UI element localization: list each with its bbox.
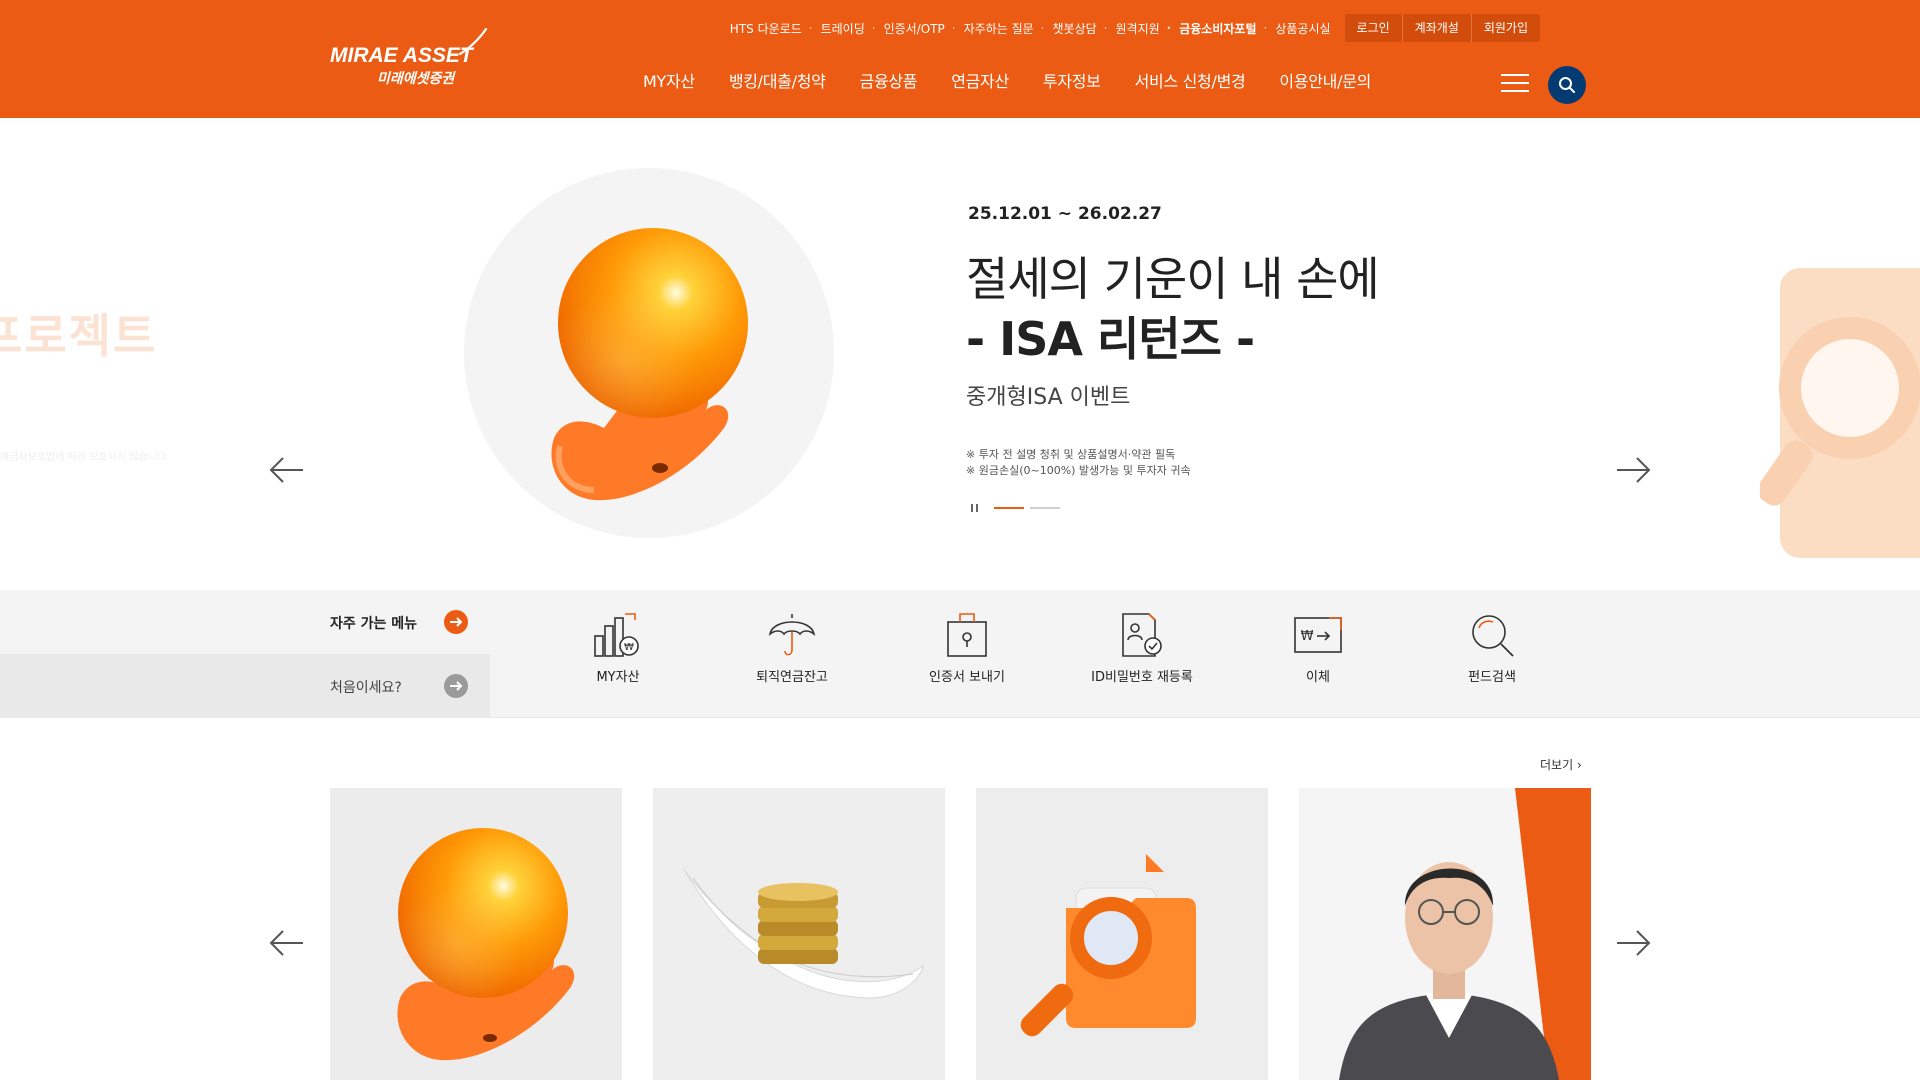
slide-indicator[interactable]: [1030, 507, 1060, 509]
svg-text:₩: ₩: [1301, 629, 1314, 644]
hero-banner: 프로젝트 예금자보호법에 따라 보호되지 않습니다. 25.12.01 ~ 26…: [0, 118, 1920, 590]
hero-next-arrow-icon[interactable]: [1613, 450, 1653, 490]
slide-indicator-active[interactable]: [994, 507, 1024, 509]
quick-item-label: ID비밀번호 재등록: [1091, 670, 1193, 685]
hero-prev-arrow-icon[interactable]: [267, 450, 307, 490]
search-button[interactable]: [1548, 66, 1586, 104]
nav-guide-inquiry[interactable]: 이용안내/문의: [1279, 68, 1371, 92]
svg-text:₩: ₩: [624, 642, 634, 653]
coins-feather-image: [682, 867, 924, 999]
quick-item-fund-search[interactable]: 펀드검색: [1417, 610, 1567, 702]
auth-button-group: 로그인 계좌개설 회원가입: [1344, 14, 1540, 42]
golden-orb-image: [558, 228, 748, 418]
card-coins-feather[interactable]: [653, 788, 945, 1080]
certificate-send-icon: [947, 613, 987, 657]
site-header: MIRAE ASSET 미래에셋증권 HTS 다운로드 트레이딩 인증서/OTP…: [0, 0, 1920, 118]
quick-item-label: MY자산: [596, 670, 640, 685]
person-portrait-image: [1299, 788, 1591, 1080]
nav-financial-products[interactable]: 금융상품: [860, 68, 918, 92]
login-button[interactable]: 로그인: [1345, 14, 1402, 42]
next-slide-preview-image: [1760, 268, 1920, 558]
util-link-hts-download[interactable]: HTS 다운로드: [730, 20, 802, 37]
prev-slide-note: 예금자보호법에 따라 보호되지 않습니다.: [0, 452, 170, 463]
util-link-trading[interactable]: 트레이딩: [802, 20, 865, 37]
prev-slide-title: 프로젝트: [0, 309, 158, 363]
hamburger-icon[interactable]: [1501, 72, 1529, 94]
quick-item-my-assets[interactable]: ₩ MY자산: [543, 610, 693, 702]
first-time-tab[interactable]: 처음이세요?: [0, 654, 490, 718]
golden-orb-image: [398, 828, 568, 998]
utility-nav: HTS 다운로드 트레이딩 인증서/OTP 자주하는 질문 챗봇상담 원격지원 …: [730, 14, 1540, 42]
util-link-faq[interactable]: 자주하는 질문: [945, 20, 1034, 37]
quick-item-send-certificate[interactable]: 인증서 보내기: [892, 610, 1042, 702]
favorites-tab[interactable]: 자주 가는 메뉴: [0, 590, 490, 654]
pause-icon[interactable]: [969, 502, 981, 514]
signup-button[interactable]: 회원가입: [1470, 14, 1540, 42]
more-link[interactable]: 더보기 ›: [1540, 756, 1582, 773]
chevron-right-icon: ›: [1576, 758, 1582, 772]
quick-item-id-reset[interactable]: ID비밀번호 재등록: [1067, 610, 1217, 702]
mirae-asset-logo[interactable]: MIRAE ASSET 미래에셋증권: [330, 28, 490, 88]
quick-item-label: 이체: [1306, 670, 1330, 685]
hero-title-line1: 절세의 기운이 내 손에: [966, 252, 1380, 306]
quick-item-transfer[interactable]: ₩ 이체: [1243, 610, 1393, 702]
magnifier-icon: [1472, 615, 1514, 657]
hero-image-circle: [464, 168, 834, 538]
quick-item-label: 퇴직연금잔고: [756, 670, 828, 685]
hero-disclaimer: ※ 투자 전 설명 청취 및 상품설명서·약관 필독: [966, 448, 1176, 461]
transfer-won-icon: ₩: [1294, 617, 1342, 653]
chart-won-icon: ₩: [594, 613, 639, 657]
favorites-arrow-icon[interactable]: [444, 610, 468, 634]
nav-service-request[interactable]: 서비스 신청/변경: [1135, 68, 1246, 92]
util-link-certificate-otp[interactable]: 인증서/OTP: [865, 20, 945, 37]
cards-prev-arrow-icon[interactable]: [267, 923, 307, 963]
util-link-consumer-portal[interactable]: 금융소비자포털: [1160, 20, 1256, 37]
util-link-chatbot[interactable]: 챗봇상담: [1034, 20, 1096, 37]
util-link-remote-support[interactable]: 원격지원: [1097, 20, 1159, 37]
quick-item-pension-balance[interactable]: 퇴직연금잔고: [717, 610, 867, 702]
quick-menu-bar: 자주 가는 메뉴 처음이세요? ₩ MY자산 퇴직연금잔고 인증서 보내기 ID…: [0, 590, 1920, 718]
card-person[interactable]: [1299, 788, 1591, 1080]
card-folder-search[interactable]: [976, 788, 1268, 1080]
search-icon: [1559, 77, 1575, 93]
hero-date-range: 25.12.01 ~ 26.02.27: [968, 204, 1162, 224]
umbrella-icon: [768, 614, 816, 656]
id-reset-icon: [1122, 613, 1162, 657]
nav-pension-assets[interactable]: 연금자산: [951, 68, 1009, 92]
first-time-arrow-icon[interactable]: [444, 674, 468, 698]
hero-title-line2: - ISA 리턴즈 -: [966, 312, 1255, 366]
quick-item-label: 펀드검색: [1468, 670, 1516, 685]
main-nav: MY자산 뱅킹/대출/청약 금융상품 연금자산 투자정보 서비스 신청/변경 이…: [643, 68, 1405, 92]
folder-magnifier-image: [1020, 854, 1196, 1037]
nav-my-assets[interactable]: MY자산: [643, 68, 695, 92]
nav-banking-loans[interactable]: 뱅킹/대출/청약: [729, 68, 826, 92]
util-link-product-disclosure[interactable]: 상품공시실: [1257, 20, 1330, 37]
logo-text: MIRAE ASSET: [330, 44, 473, 67]
card-orb-hand[interactable]: [330, 788, 622, 1080]
quick-item-label: 인증서 보내기: [929, 670, 1005, 685]
nav-investment-info[interactable]: 투자정보: [1043, 68, 1101, 92]
hero-subtitle: 중개형ISA 이벤트: [966, 385, 1131, 410]
first-time-label: 처음이세요?: [330, 680, 402, 696]
favorites-label: 자주 가는 메뉴: [330, 616, 418, 632]
cards-next-arrow-icon[interactable]: [1613, 923, 1653, 963]
open-account-button[interactable]: 계좌개설: [1401, 14, 1471, 42]
hero-disclaimer: ※ 원금손실(0~100%) 발생가능 및 투자자 귀속: [966, 464, 1191, 477]
more-label: 더보기: [1540, 758, 1574, 772]
logo-subtext: 미래에셋증권: [377, 71, 455, 87]
